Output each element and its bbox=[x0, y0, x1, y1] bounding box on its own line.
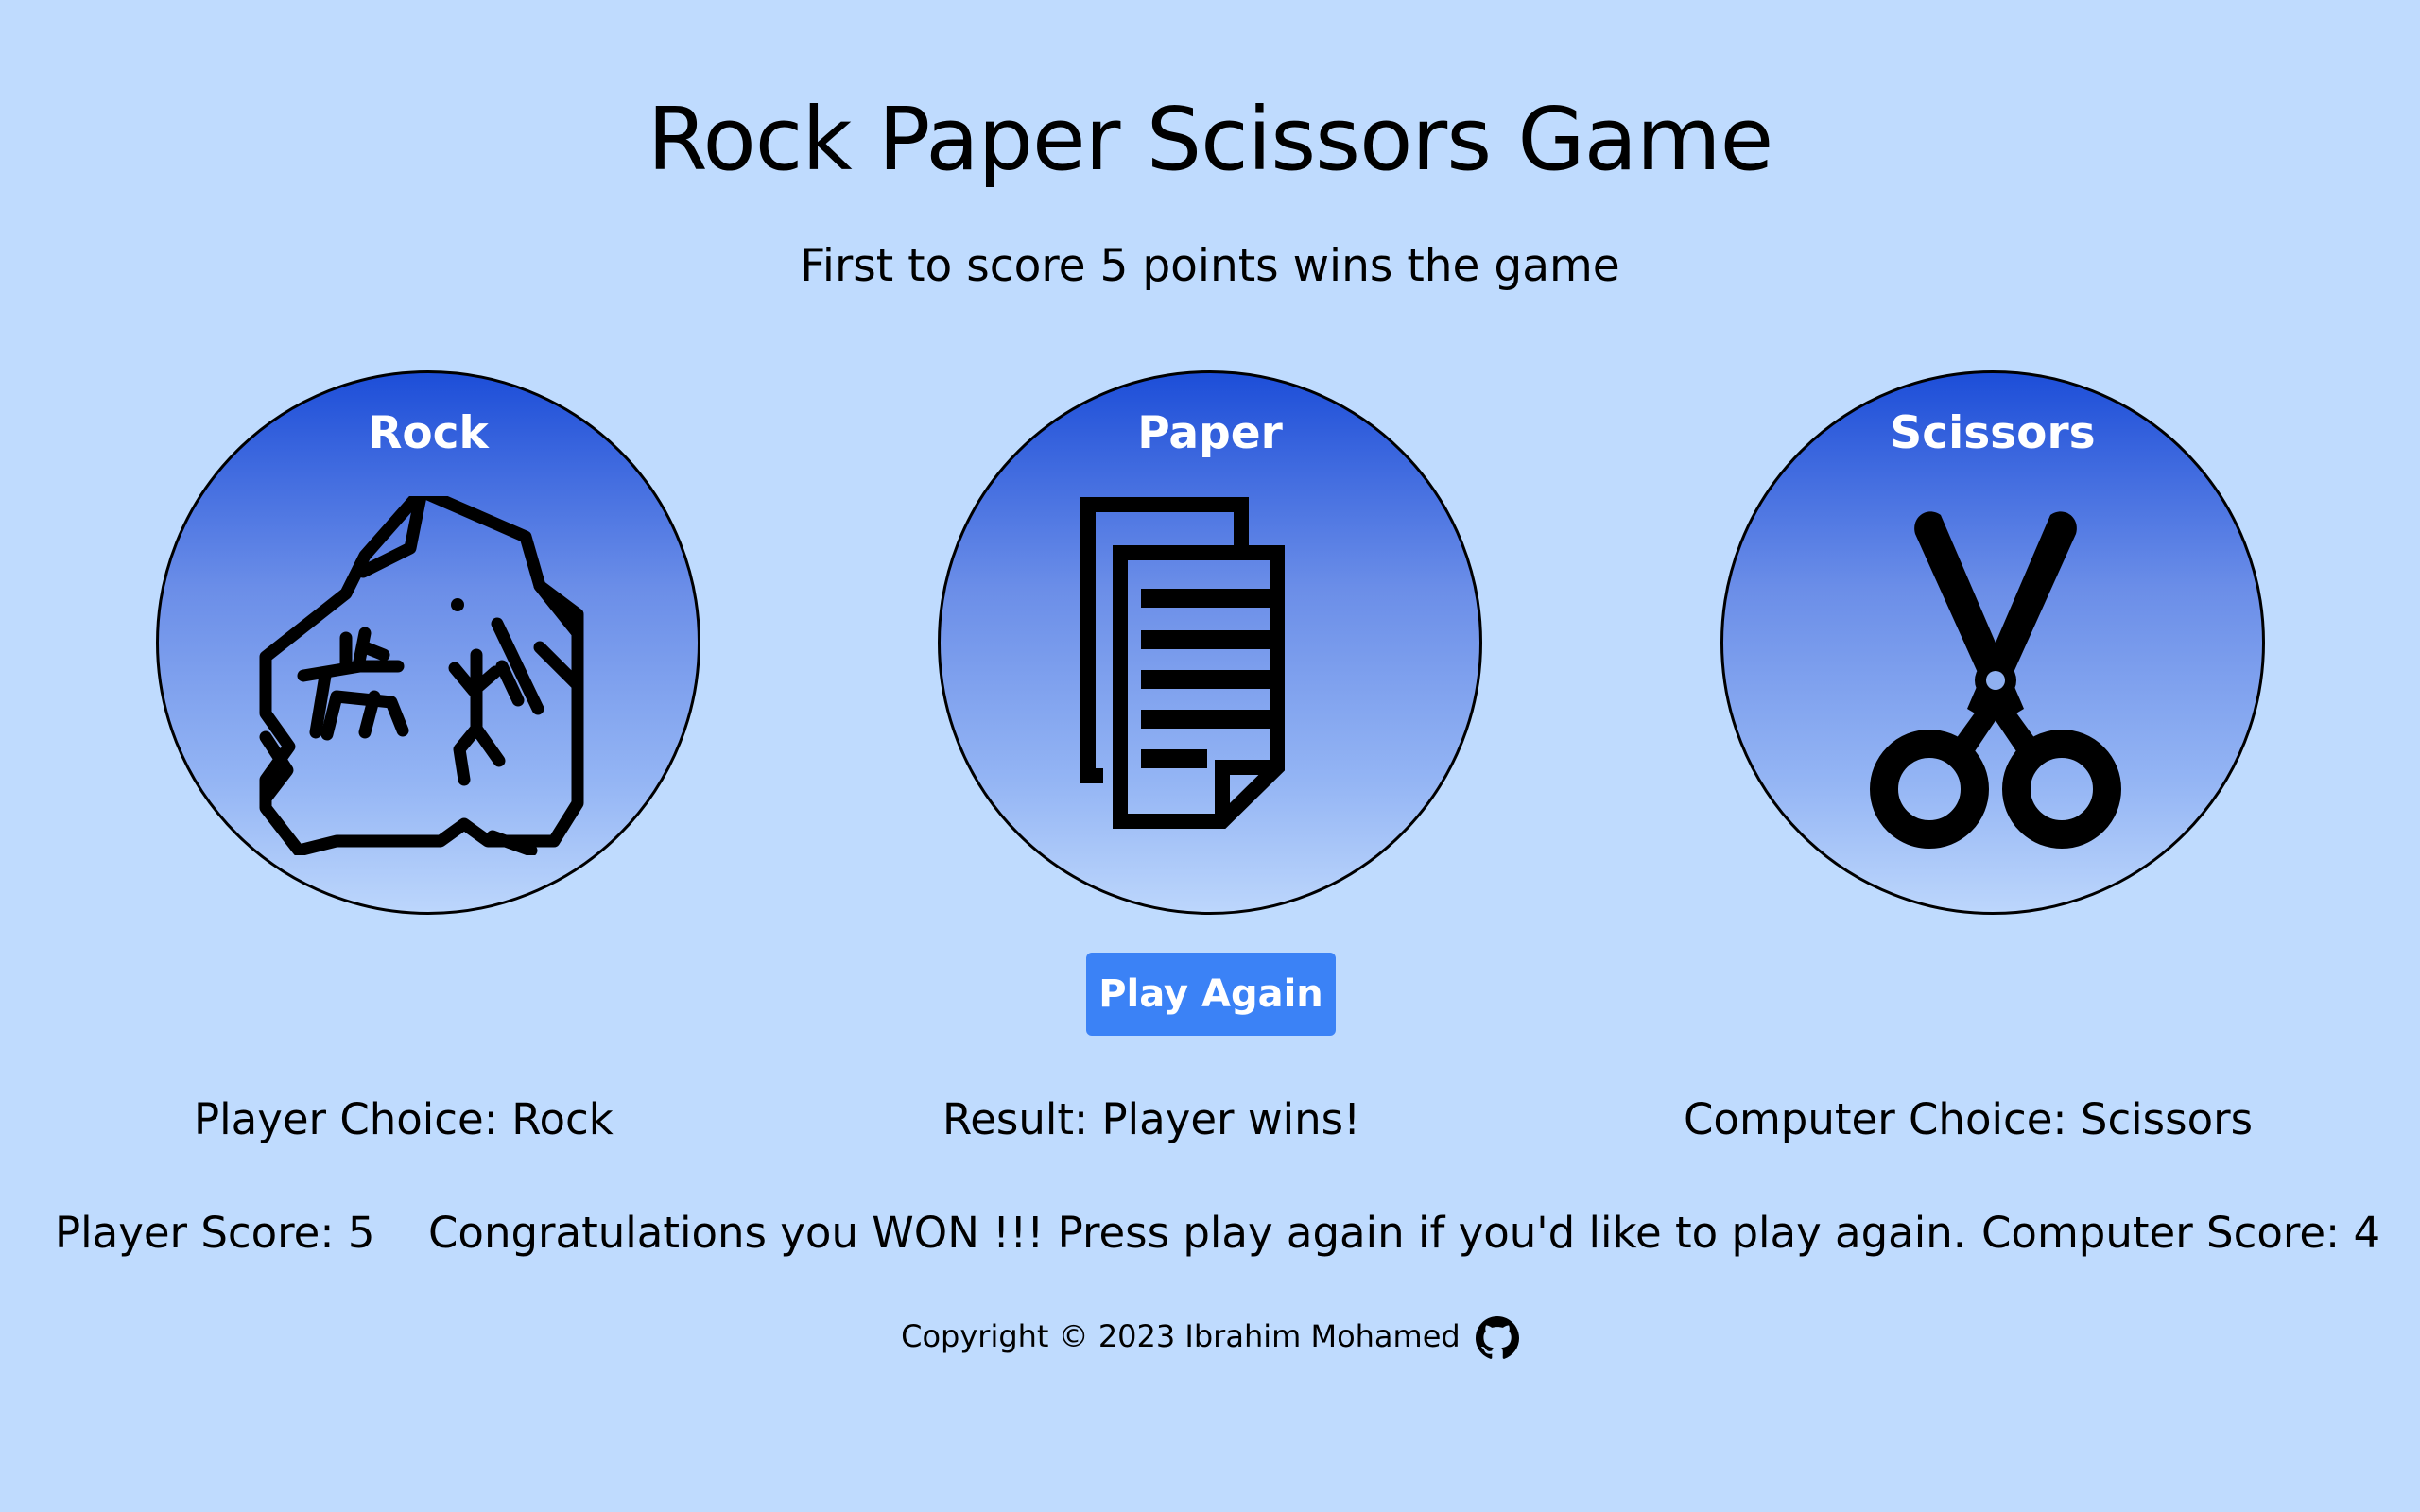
page-subtitle: First to score 5 points wins the game bbox=[800, 240, 1620, 292]
rock-choice-button[interactable]: Rock bbox=[156, 370, 700, 915]
paper-label: Paper bbox=[1137, 407, 1283, 459]
computer-score-text: Computer Score: 4 bbox=[1981, 1208, 2381, 1258]
computer-choice-text: Computer Choice: Scissors bbox=[1684, 1094, 2254, 1144]
scissors-icon bbox=[1870, 511, 2121, 849]
game-page: Rock Paper Scissors Game First to score … bbox=[0, 0, 2420, 1512]
scissors-choice-button[interactable]: Scissors bbox=[1720, 370, 2265, 915]
result-message-text: Congratulations you WON !!! Press play a… bbox=[428, 1208, 1967, 1258]
cave-rock-icon bbox=[259, 496, 584, 855]
scissors-label: Scissors bbox=[1890, 407, 2096, 459]
github-icon[interactable] bbox=[1475, 1316, 1519, 1360]
copyright-text: Copyright © 2023 Ibrahim Mohamed bbox=[901, 1318, 1461, 1354]
page-title: Rock Paper Scissors Game bbox=[647, 89, 1774, 190]
result-text: Result: Player wins! bbox=[942, 1094, 1361, 1144]
rock-label: Rock bbox=[368, 407, 489, 459]
play-again-button[interactable]: Play Again bbox=[1086, 953, 1336, 1036]
footer: Copyright © 2023 Ibrahim Mohamed bbox=[0, 1314, 2420, 1360]
player-score-text: Player Score: 5 bbox=[55, 1208, 375, 1258]
player-choice-text: Player Choice: Rock bbox=[194, 1094, 614, 1144]
paper-choice-button[interactable]: Paper bbox=[938, 370, 1482, 915]
paper-document-icon bbox=[1080, 497, 1285, 829]
